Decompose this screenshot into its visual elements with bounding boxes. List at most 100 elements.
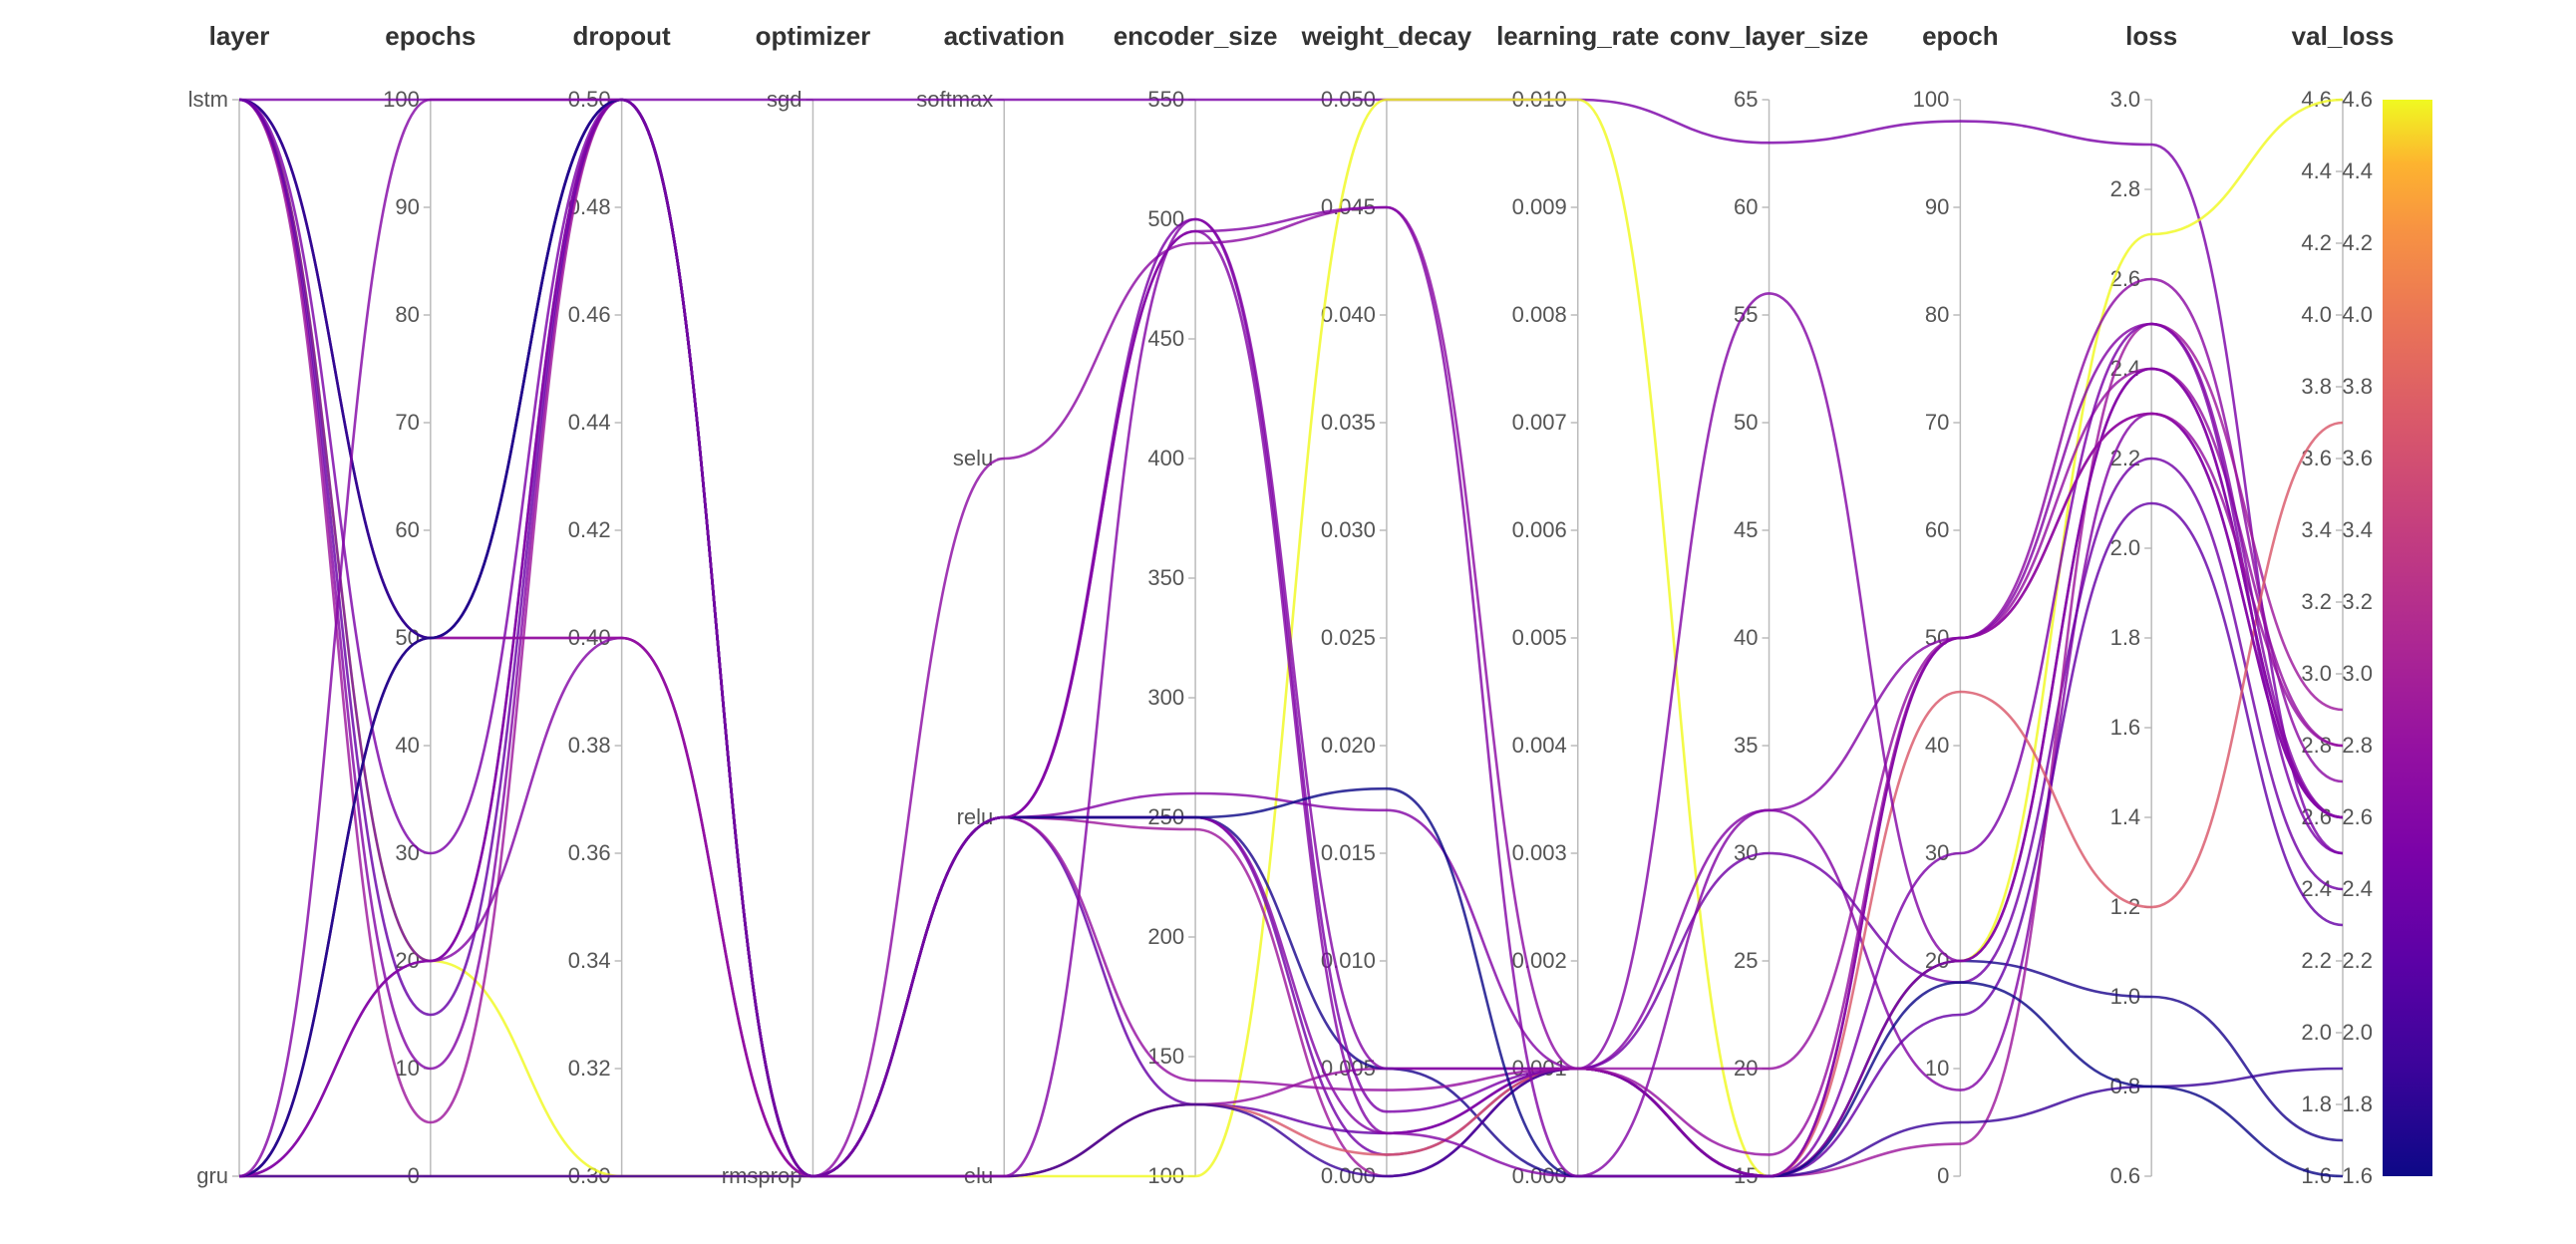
tick-label: 90 <box>395 194 419 219</box>
colorbar-tick: 4.4 <box>2342 158 2373 183</box>
axis-title-conv_layer_size: conv_layer_size <box>1670 21 1868 51</box>
colorbar-tick: 3.8 <box>2342 374 2373 399</box>
tick-label: 4.0 <box>2301 302 2332 327</box>
tick-label: 0.007 <box>1512 410 1567 435</box>
tick-label: 0.030 <box>1321 517 1376 542</box>
tick-label: 80 <box>395 302 419 327</box>
tick-label: 40 <box>1734 625 1758 650</box>
tick-label: 150 <box>1147 1044 1184 1069</box>
tick-label: 0.36 <box>568 840 611 865</box>
tick-label: 90 <box>1925 194 1949 219</box>
colorbar-tick: 4.0 <box>2342 302 2373 327</box>
tick-label: 350 <box>1147 565 1184 590</box>
axis-title-learning_rate: learning_rate <box>1496 21 1659 51</box>
tick-label: 0.002 <box>1512 948 1567 973</box>
tick-label: 70 <box>395 410 419 435</box>
tick-label: 3.8 <box>2301 374 2332 399</box>
tick-label: 0 <box>1937 1163 1949 1188</box>
tick-label: 0.44 <box>568 410 611 435</box>
tick-label: 50 <box>1734 410 1758 435</box>
tick-label: 0.004 <box>1512 733 1567 758</box>
tick-label: 0.020 <box>1321 733 1376 758</box>
tick-label: 0.008 <box>1512 302 1567 327</box>
axis-title-loss: loss <box>2125 21 2177 51</box>
run-line-13[interactable] <box>239 219 2343 1176</box>
chart-svg: layerlstmgruepochs0102030405060708090100… <box>0 0 2576 1244</box>
tick-label: 3.4 <box>2301 517 2332 542</box>
colorbar-tick: 2.8 <box>2342 733 2373 758</box>
tick-label: 1.8 <box>2110 625 2141 650</box>
tick-label: 0.42 <box>568 517 611 542</box>
tick-label: 70 <box>1925 410 1949 435</box>
tick-label: 0.015 <box>1321 840 1376 865</box>
axis-title-optimizer: optimizer <box>756 21 871 51</box>
axis-title-layer: layer <box>209 21 270 51</box>
tick-label: 1.4 <box>2110 804 2141 829</box>
tick-label: 0.025 <box>1321 625 1376 650</box>
parallel-coords-chart[interactable]: layerlstmgruepochs0102030405060708090100… <box>0 0 2576 1244</box>
tick-label: 2.2 <box>2301 948 2332 973</box>
tick-label: 0.34 <box>568 948 611 973</box>
tick-label: 3.0 <box>2301 661 2332 686</box>
axis-title-val_loss: val_loss <box>2292 21 2395 51</box>
colorbar-tick: 3.6 <box>2342 446 2373 470</box>
tick-label: 1.6 <box>2110 715 2141 740</box>
tick-label: 4.4 <box>2301 158 2332 183</box>
tick-label: 0.46 <box>568 302 611 327</box>
tick-label: 3.6 <box>2301 446 2332 470</box>
tick-label: 65 <box>1734 87 1758 112</box>
colorbar-tick: 3.4 <box>2342 517 2373 542</box>
tick-label: 40 <box>395 733 419 758</box>
tick-label: 40 <box>1925 733 1949 758</box>
colorbar-tick: 2.4 <box>2342 876 2373 901</box>
tick-label: 2.8 <box>2110 176 2141 201</box>
axis-title-epochs: epochs <box>385 21 476 51</box>
tick-label: 1.2 <box>2110 894 2141 919</box>
tick-label: 25 <box>1734 948 1758 973</box>
tick-label: 60 <box>395 517 419 542</box>
axis-title-weight_decay: weight_decay <box>1301 21 1472 51</box>
tick-label: 100 <box>1913 87 1950 112</box>
tick-label: gru <box>196 1163 228 1188</box>
tick-label: 450 <box>1147 326 1184 351</box>
tick-label: 60 <box>1734 194 1758 219</box>
tick-label: 0.009 <box>1512 194 1567 219</box>
tick-label: 0.6 <box>2110 1163 2141 1188</box>
tick-label: 45 <box>1734 517 1758 542</box>
tick-label: 3.2 <box>2301 589 2332 614</box>
colorbar-tick: 2.2 <box>2342 948 2373 973</box>
tick-label: 0.006 <box>1512 517 1567 542</box>
colorbar-tick: 1.6 <box>2342 1163 2373 1188</box>
tick-label: 35 <box>1734 733 1758 758</box>
tick-label: 30 <box>395 840 419 865</box>
tick-label: 200 <box>1147 924 1184 949</box>
tick-label: 0.003 <box>1512 840 1567 865</box>
tick-label: 55 <box>1734 302 1758 327</box>
runs-group <box>239 100 2343 1176</box>
tick-label: 0.005 <box>1512 625 1567 650</box>
colorbar-tick: 1.8 <box>2342 1091 2373 1116</box>
colorbar[interactable] <box>2383 100 2432 1176</box>
tick-label: 400 <box>1147 446 1184 470</box>
axis-title-dropout: dropout <box>573 21 672 51</box>
axis-title-encoder_size: encoder_size <box>1114 21 1278 51</box>
tick-label: 0.38 <box>568 733 611 758</box>
tick-label: 60 <box>1925 517 1949 542</box>
tick-label: 2.2 <box>2110 446 2141 470</box>
tick-label: 80 <box>1925 302 1949 327</box>
colorbar-tick: 2.6 <box>2342 804 2373 829</box>
colorbar-tick: 4.2 <box>2342 230 2373 255</box>
tick-label: 50 <box>395 625 419 650</box>
tick-label: 1.8 <box>2301 1091 2332 1116</box>
axis-title-activation: activation <box>944 21 1065 51</box>
tick-label: 300 <box>1147 685 1184 710</box>
tick-label: 4.2 <box>2301 230 2332 255</box>
tick-label: 2.0 <box>2301 1020 2332 1045</box>
colorbar-tick: 4.6 <box>2342 87 2373 112</box>
colorbar-tick: 2.0 <box>2342 1020 2373 1045</box>
tick-label: 2.0 <box>2110 535 2141 560</box>
tick-label: 0.035 <box>1321 410 1376 435</box>
tick-label: relu <box>957 804 994 829</box>
tick-label: 0.32 <box>568 1056 611 1081</box>
colorbar-tick: 3.2 <box>2342 589 2373 614</box>
